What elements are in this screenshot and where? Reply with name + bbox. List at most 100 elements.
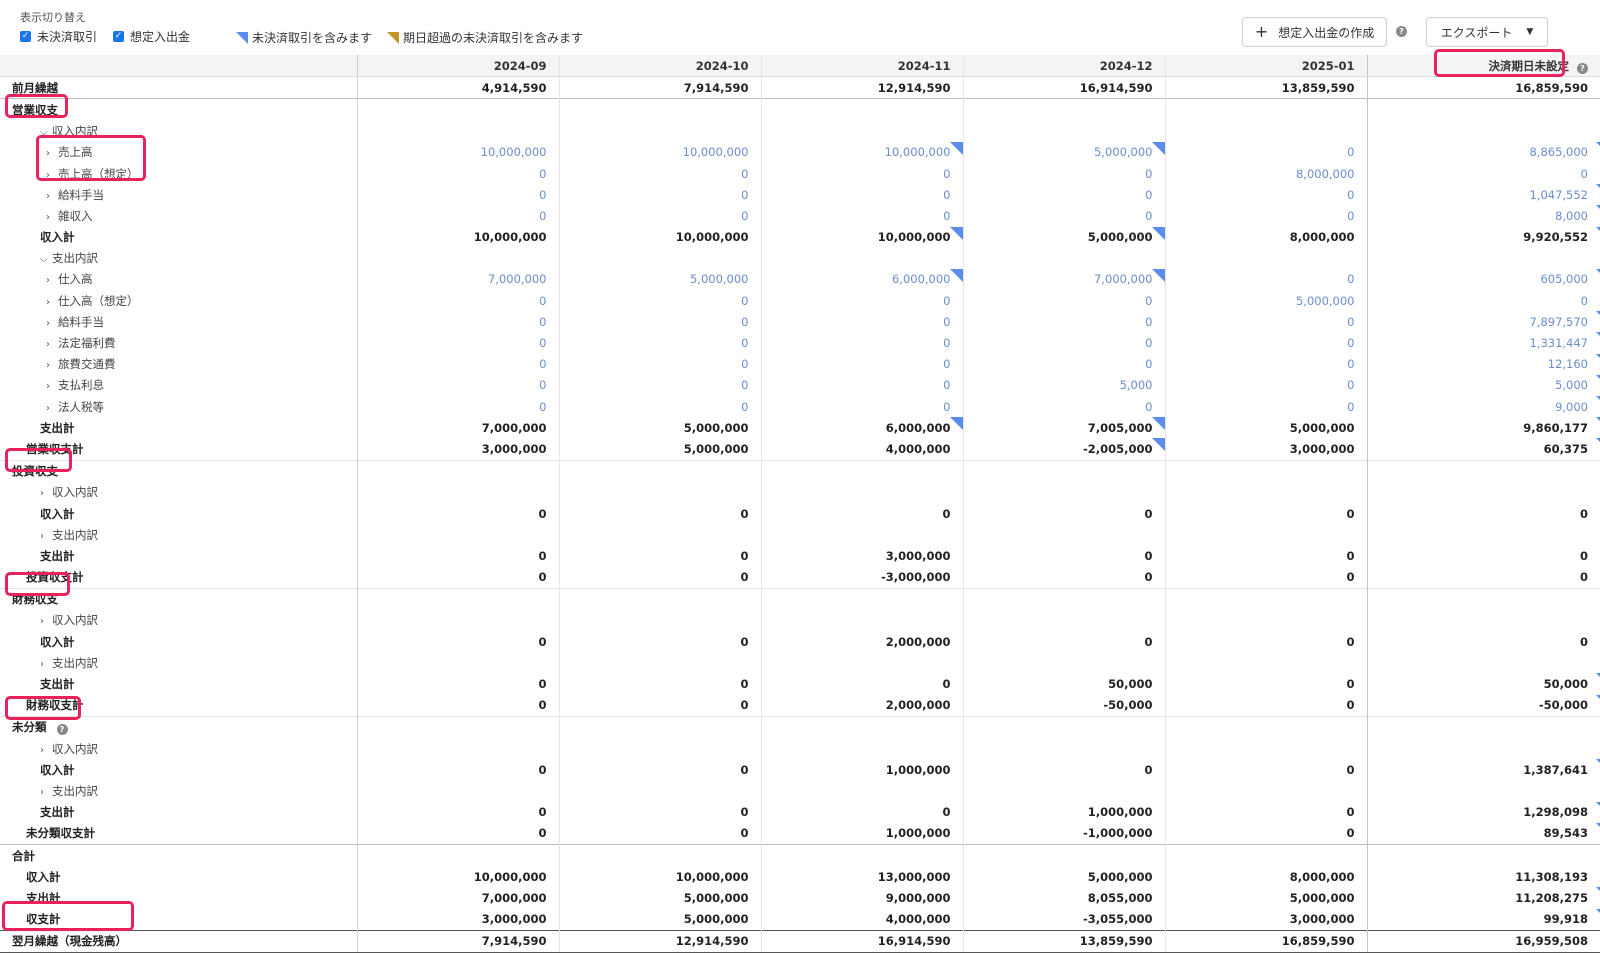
- table-row[interactable]: › 給料手当 0 0 0 0 0 1,047,552: [0, 184, 1600, 206]
- chevron-right-icon[interactable]: ›: [40, 616, 52, 627]
- cell-value[interactable]: 8,000: [1555, 209, 1588, 223]
- cell-value[interactable]: 0: [1581, 167, 1588, 181]
- cell-value[interactable]: 0: [539, 357, 546, 371]
- cell-value[interactable]: 8,865,000: [1529, 145, 1588, 159]
- cell-value[interactable]: 0: [943, 294, 950, 308]
- cell-value[interactable]: 0: [1145, 357, 1152, 371]
- cell-value[interactable]: 0: [1347, 272, 1354, 286]
- chevron-right-icon[interactable]: ›: [46, 275, 58, 286]
- chevron-right-icon[interactable]: ›: [46, 297, 58, 308]
- cell-value[interactable]: 0: [943, 357, 950, 371]
- cell-value[interactable]: 0: [943, 167, 950, 181]
- cell-value[interactable]: 605,000: [1540, 272, 1588, 286]
- cell-value[interactable]: 10,000,000: [885, 145, 951, 159]
- chevron-right-icon[interactable]: ›: [40, 787, 52, 798]
- chevron-right-icon[interactable]: ›: [46, 148, 58, 159]
- cell-value[interactable]: 7,000,000: [488, 272, 547, 286]
- create-planned-button[interactable]: + 想定入出金の作成: [1242, 17, 1387, 47]
- cell-value[interactable]: 5,000,000: [1296, 294, 1355, 308]
- table-row[interactable]: › 給料手当 0 0 0 0 0 7,897,570: [0, 311, 1600, 333]
- cell-value[interactable]: 6,000,000: [892, 272, 951, 286]
- chevron-right-icon[interactable]: ›: [46, 318, 58, 329]
- cell-value[interactable]: 0: [741, 188, 748, 202]
- table-row[interactable]: › 支払利息 0 0 0 5,000 0 5,000: [0, 374, 1600, 396]
- checkbox-checked-icon[interactable]: ✓: [20, 31, 31, 42]
- cell-value[interactable]: 5,000,000: [690, 272, 749, 286]
- table-row[interactable]: › 法定福利費 0 0 0 0 0 1,331,447: [0, 332, 1600, 354]
- table-row[interactable]: › 支出内訳: [0, 524, 1600, 546]
- cell-value[interactable]: 0: [741, 336, 748, 350]
- chevron-down-icon[interactable]: ⌵: [40, 254, 52, 265]
- help-icon[interactable]: ?: [56, 724, 68, 736]
- table-row[interactable]: › 収入内訳: [0, 738, 1600, 760]
- cell-value[interactable]: 1,331,447: [1529, 336, 1588, 350]
- cell-value[interactable]: 0: [1347, 209, 1354, 223]
- cell-value[interactable]: 0: [1347, 315, 1354, 329]
- chevron-right-icon[interactable]: ›: [46, 403, 58, 414]
- cell-value[interactable]: 0: [943, 336, 950, 350]
- table-row[interactable]: › 売上高（想定） 0 0 0 0 8,000,000 0: [0, 162, 1600, 185]
- cell-value[interactable]: 0: [1347, 357, 1354, 371]
- cell-value[interactable]: 0: [741, 315, 748, 329]
- cell-value[interactable]: 0: [539, 209, 546, 223]
- cell-value[interactable]: 5,000: [1120, 378, 1153, 392]
- cell-value[interactable]: 0: [741, 294, 748, 308]
- cell-value[interactable]: 0: [943, 209, 950, 223]
- chevron-right-icon[interactable]: ›: [46, 212, 58, 223]
- cell-value[interactable]: 0: [1145, 209, 1152, 223]
- cell-value[interactable]: 10,000,000: [481, 145, 547, 159]
- cell-value[interactable]: 0: [1347, 188, 1354, 202]
- cell-value[interactable]: 0: [1145, 167, 1152, 181]
- cell-value[interactable]: 0: [1145, 336, 1152, 350]
- chevron-right-icon[interactable]: ›: [46, 381, 58, 392]
- cell-value[interactable]: 0: [539, 294, 546, 308]
- cell-value[interactable]: 9,000: [1555, 400, 1588, 414]
- toggle-unsettled[interactable]: ✓ 未決済取引: [20, 28, 97, 45]
- table-row[interactable]: › 収入内訳: [0, 481, 1600, 503]
- cell-value[interactable]: 0: [1347, 400, 1354, 414]
- export-button[interactable]: エクスポート ▼: [1426, 17, 1548, 47]
- cell-value[interactable]: 5,000: [1555, 378, 1588, 392]
- cell-value[interactable]: 7,897,570: [1529, 315, 1588, 329]
- cell-value[interactable]: 0: [539, 188, 546, 202]
- cell-value[interactable]: 0: [1347, 378, 1354, 392]
- cell-value[interactable]: 0: [943, 315, 950, 329]
- cell-value[interactable]: 0: [741, 209, 748, 223]
- cell-value[interactable]: 0: [539, 315, 546, 329]
- cell-value[interactable]: 0: [1145, 188, 1152, 202]
- chevron-right-icon[interactable]: ›: [46, 170, 58, 181]
- table-row[interactable]: ⌵ 収入内訳: [0, 120, 1600, 142]
- chevron-right-icon[interactable]: ›: [40, 745, 52, 756]
- table-row[interactable]: › 旅費交通費 0 0 0 0 0 12,160: [0, 353, 1600, 375]
- cell-value[interactable]: 1,047,552: [1529, 188, 1588, 202]
- cell-value[interactable]: 0: [1145, 294, 1152, 308]
- cell-value[interactable]: 8,000,000: [1296, 167, 1355, 181]
- cell-value[interactable]: 0: [539, 336, 546, 350]
- cell-value[interactable]: 0: [539, 167, 546, 181]
- cell-value[interactable]: 12,160: [1548, 357, 1588, 371]
- cell-value[interactable]: 10,000,000: [683, 145, 749, 159]
- table-row[interactable]: › 仕入高（想定） 0 0 0 0 5,000,000 0: [0, 290, 1600, 312]
- cell-value[interactable]: 0: [741, 400, 748, 414]
- table-row[interactable]: › 収入内訳: [0, 609, 1600, 632]
- table-row[interactable]: › 支出内訳: [0, 780, 1600, 802]
- chevron-right-icon[interactable]: ›: [40, 488, 52, 499]
- cell-value[interactable]: 0: [741, 378, 748, 392]
- chevron-right-icon[interactable]: ›: [46, 339, 58, 350]
- chevron-right-icon[interactable]: ›: [40, 531, 52, 542]
- cell-value[interactable]: 0: [741, 167, 748, 181]
- cell-value[interactable]: 0: [1581, 294, 1588, 308]
- cell-value[interactable]: 0: [539, 378, 546, 392]
- cell-value[interactable]: 0: [943, 188, 950, 202]
- table-row[interactable]: › 支出内訳: [0, 652, 1600, 674]
- toggle-planned[interactable]: ✓ 想定入出金: [113, 28, 190, 45]
- help-icon[interactable]: ?: [1396, 26, 1407, 37]
- cell-value[interactable]: 0: [1145, 400, 1152, 414]
- table-row[interactable]: › 法人税等 0 0 0 0 0 9,000: [0, 396, 1600, 418]
- table-row[interactable]: › 仕入高 7,000,000 5,000,000 6,000,000 7,000,000…: [0, 268, 1600, 291]
- cell-value[interactable]: 0: [539, 400, 546, 414]
- chevron-right-icon[interactable]: ›: [46, 191, 58, 202]
- cell-value[interactable]: 0: [943, 378, 950, 392]
- cell-value[interactable]: 7,000,000: [1094, 272, 1153, 286]
- cell-value[interactable]: 0: [943, 400, 950, 414]
